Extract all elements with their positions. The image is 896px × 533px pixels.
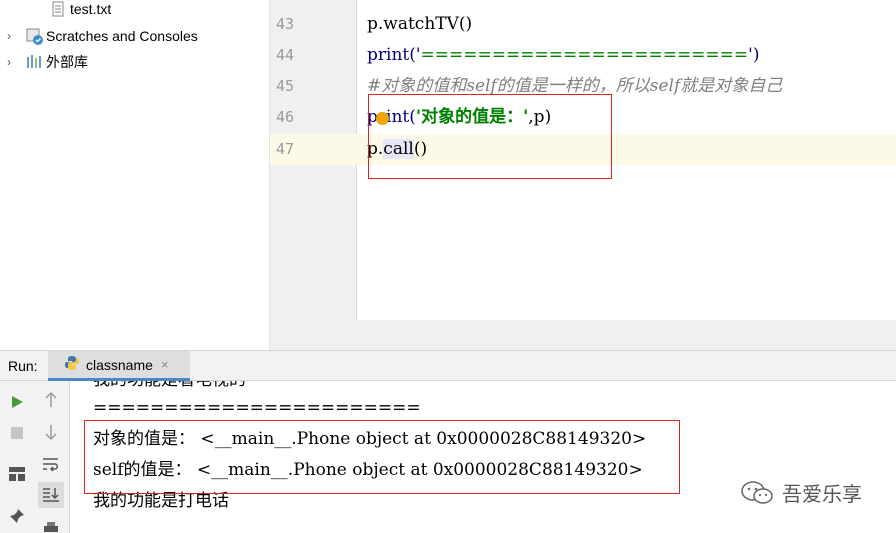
watermark: 吾爱乐享 <box>740 478 862 507</box>
code-keyword: print( <box>367 107 416 127</box>
chevron-right-icon[interactable]: › <box>2 29 16 43</box>
code-line-46[interactable]: 46 print('对象的值是：',p) <box>270 102 896 133</box>
tree-item-test-txt[interactable]: test.txt <box>50 0 111 21</box>
layout-icon <box>9 467 25 481</box>
code-string: ======================= <box>420 45 749 65</box>
scroll-to-end-button[interactable] <box>38 482 64 508</box>
wechat-icon <box>741 480 773 504</box>
tree-item-label: 外部库 <box>46 54 88 70</box>
run-tab-classname[interactable]: classname × <box>48 351 190 381</box>
code-line-43[interactable]: 43 p.watchTV() <box>270 9 896 40</box>
tree-item-external-libraries[interactable]: › 外部库 <box>0 50 88 74</box>
text-file-icon <box>50 1 66 17</box>
code-line-47[interactable]: 47 p.call() <box>270 134 896 165</box>
code-line-45[interactable]: 45 #对象的值和self的值是一样的，所以self就是对象自己 <box>270 71 896 102</box>
line-number: 46 <box>276 108 295 126</box>
arrow-down-icon <box>45 425 57 440</box>
code-text: p. <box>367 139 384 159</box>
scroll-down-button[interactable] <box>38 419 64 445</box>
scroll-to-end-icon <box>43 488 59 502</box>
tree-item-label: Scratches and Consoles <box>46 28 198 44</box>
code-comment: #对象的值和self的值是一样的，所以self就是对象自己 <box>367 76 783 96</box>
console-line: 我的功能是打电话 <box>93 491 229 511</box>
code-keyword: ') <box>748 45 760 65</box>
line-number: 47 <box>276 140 295 158</box>
run-label: Run: <box>8 358 38 374</box>
python-icon <box>64 355 80 374</box>
chevron-right-icon[interactable]: › <box>2 55 16 69</box>
run-tab-label: classname <box>86 356 153 373</box>
wrap-icon <box>43 458 58 472</box>
line-number: 45 <box>276 77 295 95</box>
code-text: p.watchTV() <box>367 14 473 34</box>
line-number: 44 <box>276 46 295 64</box>
rerun-button[interactable] <box>4 389 30 415</box>
run-tool-window-header: Run: classname × <box>0 350 896 381</box>
line-number: 43 <box>276 15 295 33</box>
scratches-icon <box>26 28 43 45</box>
console-line: 对象的值是： <__main__.Phone object at 0x00000… <box>93 429 647 449</box>
close-icon[interactable]: × <box>161 357 169 372</box>
arrow-up-icon <box>45 392 57 407</box>
intention-bulb-icon[interactable] <box>376 112 389 125</box>
code-line[interactable]: p <box>270 0 896 6</box>
console-line: self的值是： <__main__.Phone object at 0x000… <box>93 460 643 480</box>
console-line: ======================= <box>93 398 421 418</box>
tree-item-label: test.txt <box>70 1 112 17</box>
run-toolbar <box>0 381 70 533</box>
scroll-up-button[interactable] <box>38 387 64 413</box>
code-line-44[interactable]: 44 print('=======================') <box>270 40 896 71</box>
code-keyword: print(' <box>367 45 421 65</box>
code-text: () <box>413 139 428 159</box>
play-icon <box>12 396 23 408</box>
printer-icon <box>44 522 58 532</box>
library-icon <box>26 54 42 70</box>
layout-button[interactable] <box>4 461 30 487</box>
code-text: ,p) <box>528 107 552 127</box>
watermark-text: 吾爱乐享 <box>782 484 862 506</box>
stop-icon <box>11 427 23 439</box>
pin-icon <box>10 509 24 523</box>
code-method: call <box>383 139 414 159</box>
code-editor[interactable]: p 43 p.watchTV() 44 print('=============… <box>270 0 896 350</box>
stop-button[interactable] <box>4 420 30 446</box>
project-tree-panel: test.txt › Scratches and Consoles › 外部库 <box>0 0 270 350</box>
console-output[interactable]: 我的功能是看电视的 ======================= 对象的值是：… <box>71 381 896 533</box>
soft-wrap-button[interactable] <box>38 451 64 477</box>
pin-button[interactable] <box>4 503 30 529</box>
code-string: '对象的值是：' <box>415 107 529 127</box>
tree-item-scratches[interactable]: › Scratches and Consoles <box>0 24 198 48</box>
print-button[interactable] <box>38 515 64 533</box>
editor-bottom-strip <box>270 320 896 350</box>
